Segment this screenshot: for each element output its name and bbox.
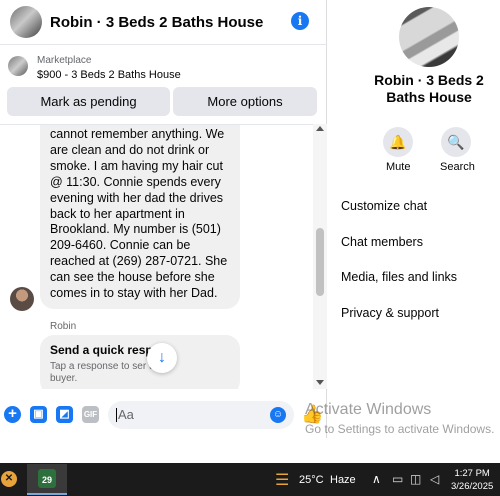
quick-response-title: Send a quick respo [50,343,161,357]
network-icon[interactable]: ◫ [410,472,421,486]
calendar-icon: 29 [38,469,56,488]
listing-thumbnail [8,56,28,76]
chat-avatar[interactable] [10,6,42,38]
plus-icon[interactable]: + [4,406,21,423]
search-label[interactable]: Search [440,161,475,173]
weather-status[interactable]: Haze [330,474,356,486]
search-icon[interactable]: 🔍 [441,127,471,157]
gif-icon[interactable]: GIF [82,406,99,423]
menu-customize-chat[interactable]: Customize chat [341,199,427,213]
menu-chat-members[interactable]: Chat members [341,235,423,249]
app-logo-icon[interactable]: ✕ [1,471,17,487]
chat-title[interactable]: Robin · 3 Beds 2 Baths House [50,14,263,31]
chat-info-panel: Robin · 3 Beds 2 Baths House 🔔 🔍 Mute Se… [328,0,500,438]
taskbar-app-button[interactable]: 29 [27,464,67,495]
chevron-up-icon[interactable]: ∧ [372,472,381,486]
info-title: Robin · 3 Beds 2 Baths House [374,72,484,105]
message-placeholder: Aa [118,407,134,422]
sticker-icon[interactable]: ◩ [56,406,73,423]
sender-avatar[interactable] [10,287,34,311]
mark-pending-button[interactable]: Mark as pending [7,87,170,116]
photo-icon[interactable]: ▣ [30,406,47,423]
marketplace-label: Marketplace [37,55,92,66]
chat-column: Robin · 3 Beds 2 Baths House i Marketpla… [0,0,327,438]
watermark-title: Activate Windows [305,401,432,418]
mute-label[interactable]: Mute [386,161,410,173]
taskbar-clock[interactable]: 1:27 PM 3/26/2025 [451,467,493,493]
watermark-subtitle: Go to Settings to activate Windows. [305,422,495,436]
message-composer: + ▣ ◩ GIF Aa ☺ 👍 [0,398,327,434]
scroll-up-arrow-icon[interactable] [316,126,324,131]
bell-icon[interactable]: 🔔 [383,127,413,157]
scroll-down-button[interactable]: ↓ [147,343,177,373]
haze-weather-icon[interactable]: ☰ [275,470,289,490]
message-list[interactable]: cannot remember anything. We are clean a… [0,124,313,389]
chat-header: Robin · 3 Beds 2 Baths House i [0,0,327,45]
info-icon[interactable]: i [291,12,309,30]
listing-title: $900 - 3 Beds 2 Baths House [37,69,181,81]
activate-windows-watermark: Activate Windows Go to Settings to activ… [305,401,494,436]
menu-privacy-support[interactable]: Privacy & support [341,306,439,320]
clock-date: 3/26/2025 [451,481,494,492]
quick-response-card[interactable]: Send a quick respo Tap a response to ser… [40,335,240,389]
incoming-message-bubble: cannot remember anything. We are clean a… [40,125,240,309]
scroll-down-arrow-icon[interactable] [316,380,324,385]
text-caret [116,408,117,422]
battery-icon[interactable]: ▭ [392,472,403,486]
sender-name: Robin [50,321,77,332]
emoji-icon[interactable]: ☺ [270,407,286,423]
message-input[interactable]: Aa ☺ [108,401,294,429]
listing-avatar[interactable] [399,7,459,67]
scrollbar-thumb[interactable] [316,228,324,296]
more-options-button[interactable]: More options [173,87,317,116]
volume-icon[interactable]: ◁ [430,472,439,486]
messenger-window: Robin · 3 Beds 2 Baths House i Marketpla… [0,0,500,463]
clock-time: 1:27 PM [454,468,490,479]
windows-taskbar: ✕ 29 ☰ 25°C Haze ∧ ▭ ◫ ◁ 1:27 PM 3/26/20… [0,463,500,496]
menu-media-files-links[interactable]: Media, files and links [341,270,457,284]
message-scrollbar[interactable] [313,124,327,389]
marketplace-listing[interactable]: Marketplace $900 - 3 Beds 2 Baths House [0,50,327,86]
temperature[interactable]: 25°C [299,474,324,486]
